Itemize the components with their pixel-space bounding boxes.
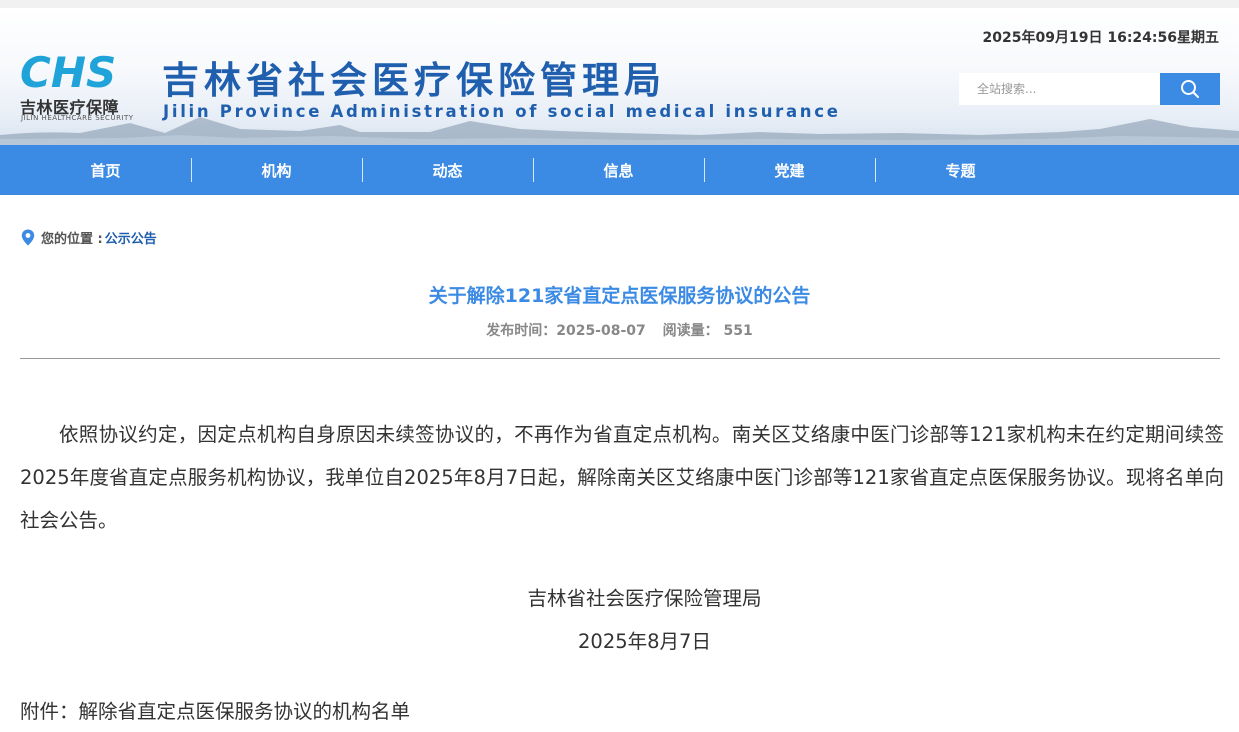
attachment-label: 附件： xyxy=(20,700,79,723)
nav-item-party[interactable]: 党建 xyxy=(704,145,875,195)
nav-item-information[interactable]: 信息 xyxy=(533,145,704,195)
logo-subtext: JILIN HEALTHCARE SECURITY xyxy=(21,114,134,122)
search-box xyxy=(959,73,1220,105)
publish-date: 发布时间：2025-08-07 xyxy=(486,323,646,339)
nav-item-news[interactable]: 动态 xyxy=(362,145,533,195)
main-nav: 首页 机构 动态 信息 党建 专题 xyxy=(0,145,1239,195)
nav-item-home[interactable]: 首页 xyxy=(20,145,191,195)
article-date: 2025年8月7日 xyxy=(578,630,711,653)
site-title: 吉林省社会医疗保险管理局 xyxy=(162,58,666,102)
site-header: CHS 吉林医疗保障 JILIN HEALTHCARE SECURITY 吉林省… xyxy=(0,8,1239,145)
attachment: 附件：解除省直定点医保服务协议的机构名单 xyxy=(20,698,410,726)
nav-item-topics[interactable]: 专题 xyxy=(875,145,1046,195)
article-paragraph: 依照协议约定，因定点机构自身原因未续签协议的，不再作为省直定点机构。南关区艾络康… xyxy=(20,423,1224,532)
search-input[interactable] xyxy=(959,73,1160,105)
site-title-english: Jilin Province Administration of social … xyxy=(163,102,841,121)
divider xyxy=(20,358,1220,359)
article-signature: 吉林省社会医疗保险管理局 xyxy=(527,587,762,610)
logo-mark: CHS xyxy=(20,49,116,97)
search-icon xyxy=(1181,80,1199,98)
attachment-link[interactable]: 解除省直定点医保服务协议的机构名单 xyxy=(79,700,411,723)
datetime-display: 2025年09月19日 16:24:56星期五 xyxy=(982,30,1219,46)
top-strip xyxy=(0,0,1239,8)
article-meta: 发布时间：2025-08-07 阅读量： 551 xyxy=(0,320,1239,340)
location-pin-icon xyxy=(21,229,35,245)
breadcrumb-current[interactable]: 公示公告 xyxy=(105,228,157,247)
search-button[interactable] xyxy=(1160,73,1220,105)
nav-item-organization[interactable]: 机构 xyxy=(191,145,362,195)
article-title: 关于解除121家省直定点医保服务协议的公告 xyxy=(428,285,811,307)
breadcrumb: 您的位置 : 公示公告 xyxy=(21,228,157,247)
view-count: 阅读量： 551 xyxy=(662,323,753,339)
breadcrumb-label: 您的位置 : xyxy=(41,231,103,247)
